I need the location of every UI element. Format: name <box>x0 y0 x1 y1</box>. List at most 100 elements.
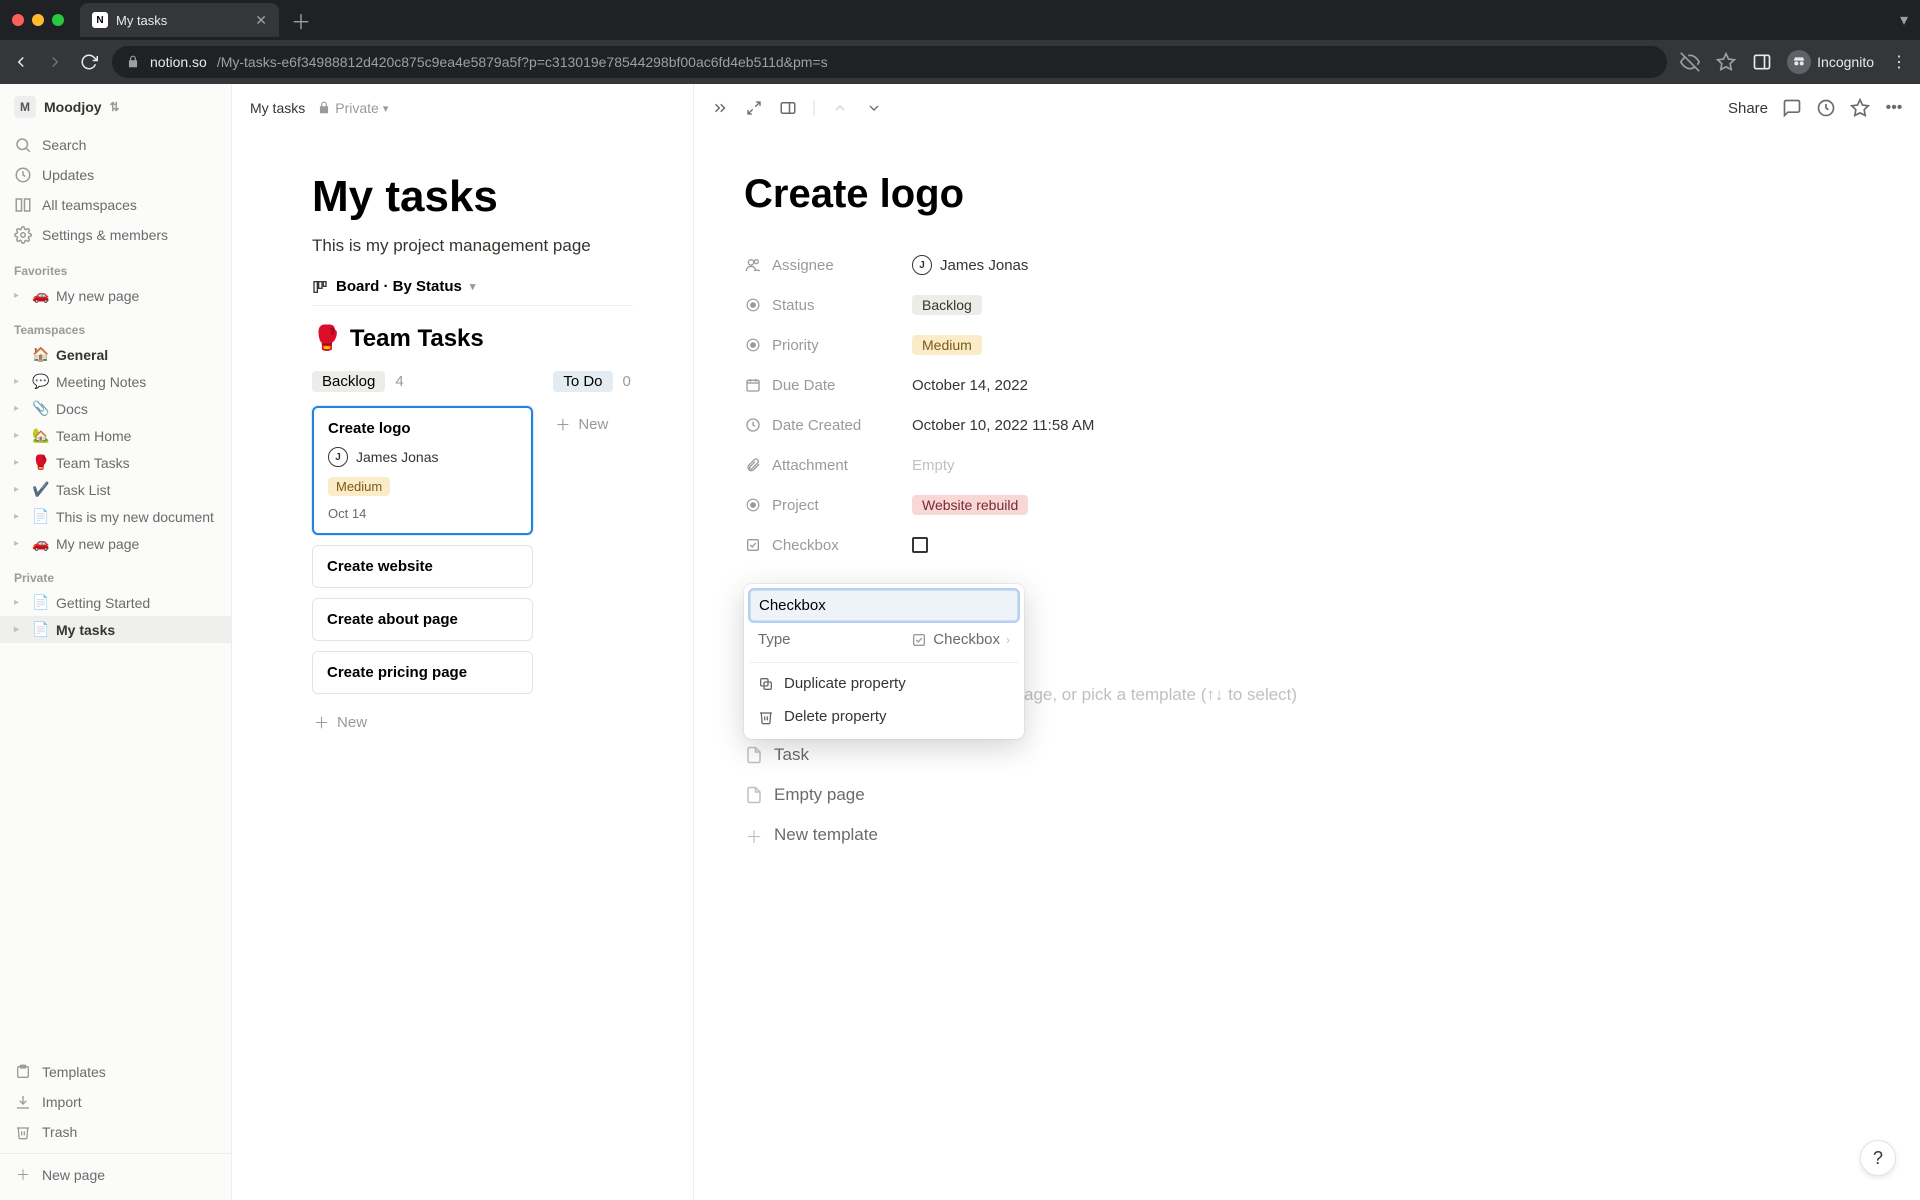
sidebar-item-label: Search <box>42 137 86 153</box>
sidebar-item-updates[interactable]: Updates <box>0 160 231 190</box>
caret-icon[interactable]: ▸ <box>14 511 26 522</box>
reload-button[interactable] <box>78 51 100 73</box>
breadcrumb-page[interactable]: My tasks <box>250 100 305 116</box>
detail-title[interactable]: Create logo <box>744 172 1800 217</box>
expand-button[interactable] <box>744 98 764 118</box>
eye-off-icon[interactable] <box>1679 51 1701 73</box>
property-name-input[interactable] <box>750 590 1018 621</box>
browser-menu-button[interactable]: ⋮ <box>1888 51 1910 73</box>
checkbox-input[interactable] <box>912 537 928 553</box>
caret-icon[interactable]: ▸ <box>14 624 26 635</box>
sidebar-page-current[interactable]: ▸📄My tasks <box>0 616 231 643</box>
column-add-button[interactable]: ＋New <box>553 406 633 443</box>
peek-mode-button[interactable] <box>778 98 798 118</box>
column-header[interactable]: Backlog 4 <box>312 371 533 392</box>
property-type-row[interactable]: Type Checkbox › <box>750 621 1018 658</box>
sidebar-item-trash[interactable]: Trash <box>0 1117 231 1147</box>
caret-icon[interactable]: ▸ <box>14 597 26 608</box>
plus-icon: ＋ <box>555 414 570 435</box>
comments-button[interactable] <box>1782 98 1802 118</box>
property-row-attachment[interactable]: Attachment Empty <box>744 445 1800 485</box>
sidebar-teamspace-general[interactable]: ▸ 🏠 General <box>0 341 231 368</box>
breadcrumb-visibility[interactable]: Private ▾ <box>317 100 388 116</box>
workspace-switcher[interactable]: M Moodjoy ⇅ <box>0 84 231 130</box>
sidebar-page[interactable]: ▸🏡Team Home <box>0 422 231 449</box>
updates-button[interactable] <box>1816 98 1836 118</box>
trash-icon <box>14 1123 32 1141</box>
browser-tab[interactable]: N My tasks ✕ <box>80 3 279 37</box>
sidebar-page[interactable]: ▸✔️Task List <box>0 476 231 503</box>
property-row-project[interactable]: Project Website rebuild <box>744 485 1800 525</box>
column-add-button[interactable]: ＋New <box>312 704 533 741</box>
property-row-priority[interactable]: Priority Medium <box>744 325 1800 365</box>
next-item-button[interactable] <box>864 98 884 118</box>
help-button[interactable]: ? <box>1860 1140 1896 1176</box>
sidebar-page[interactable]: ▸🥊Team Tasks <box>0 449 231 476</box>
sidebar-page[interactable]: ▸🚗My new page <box>0 530 231 557</box>
property-row-checkbox[interactable]: Checkbox <box>744 525 1800 565</box>
sidebar-item-templates[interactable]: Templates <box>0 1057 231 1087</box>
caret-icon[interactable]: ▸ <box>14 376 26 387</box>
tab-title: My tasks <box>116 13 167 28</box>
body-placeholder[interactable]: age, or pick a template (↑↓ to select) <box>1024 685 1800 705</box>
bookmark-star-icon[interactable] <box>1715 51 1737 73</box>
caret-icon[interactable]: ▸ <box>14 403 26 414</box>
caret-icon[interactable]: ▸ <box>14 457 26 468</box>
template-item-empty[interactable]: Empty page <box>744 775 1800 815</box>
prev-item-button[interactable] <box>830 98 850 118</box>
sidebar-item-import[interactable]: Import <box>0 1087 231 1117</box>
import-icon <box>14 1093 32 1111</box>
board-card-selected[interactable]: Create logo J James Jonas Medium Oct 14 <box>312 406 533 535</box>
caret-icon[interactable]: ▸ <box>14 430 26 441</box>
sidebar-item-search[interactable]: Search <box>0 130 231 160</box>
database-title[interactable]: 🥊 Team Tasks <box>312 324 633 353</box>
window-maximize-button[interactable] <box>52 14 64 26</box>
delete-property-button[interactable]: Delete property <box>750 700 1018 733</box>
panel-icon[interactable] <box>1751 51 1773 73</box>
template-item-task[interactable]: Task <box>744 735 1800 775</box>
caret-icon[interactable]: ▸ <box>14 290 26 301</box>
property-row-due-date[interactable]: Due Date October 14, 2022 <box>744 365 1800 405</box>
tabs-dropdown-icon[interactable]: ▾ <box>1900 10 1908 30</box>
card-priority-pill: Medium <box>328 477 390 496</box>
sidebar-page-favorite[interactable]: ▸ 🚗 My new page <box>0 282 231 309</box>
caret-icon[interactable]: ▸ <box>14 538 26 549</box>
board-card[interactable]: Create about page <box>312 598 533 641</box>
page-title[interactable]: My tasks <box>312 172 633 222</box>
property-row-date-created[interactable]: Date Created October 10, 2022 11:58 AM <box>744 405 1800 445</box>
template-item-new[interactable]: ＋New template <box>744 815 1800 855</box>
property-row-assignee[interactable]: Assignee JJames Jonas <box>744 245 1800 285</box>
sidebar-item-settings[interactable]: Settings & members <box>0 220 231 250</box>
board-card[interactable]: Create pricing page <box>312 651 533 694</box>
window-minimize-button[interactable] <box>32 14 44 26</box>
sidebar-page[interactable]: ▸💬Meeting Notes <box>0 368 231 395</box>
column-header[interactable]: To Do 0 <box>553 371 633 392</box>
favorite-button[interactable] <box>1850 98 1870 118</box>
page-label: My tasks <box>56 622 115 638</box>
caret-icon[interactable]: ▸ <box>14 484 26 495</box>
page-label: General <box>56 347 108 363</box>
window-close-button[interactable] <box>12 14 24 26</box>
forward-button[interactable] <box>44 51 66 73</box>
sidebar-page[interactable]: ▸📄Getting Started <box>0 589 231 616</box>
page-subtitle[interactable]: This is my project management page <box>312 236 633 256</box>
back-button[interactable] <box>10 51 32 73</box>
sidebar-new-page-button[interactable]: ＋New page <box>0 1160 231 1190</box>
column-name-tag: To Do <box>553 371 612 392</box>
add-label: New <box>337 714 367 731</box>
incognito-indicator[interactable]: Incognito <box>1787 50 1874 74</box>
sidebar-page[interactable]: ▸📄This is my new document <box>0 503 231 530</box>
duplicate-property-button[interactable]: Duplicate property <box>750 667 1018 700</box>
view-selector[interactable]: Board · By Status ▾ <box>312 278 633 305</box>
new-tab-button[interactable]: ＋ <box>291 6 311 35</box>
sidebar-page[interactable]: ▸📎Docs <box>0 395 231 422</box>
tab-close-button[interactable]: ✕ <box>255 12 267 29</box>
address-bar[interactable]: notion.so/My-tasks-e6f34988812d420c875c9… <box>112 46 1667 78</box>
close-panel-button[interactable] <box>710 98 730 118</box>
sidebar-item-teamspaces[interactable]: All teamspaces <box>0 190 231 220</box>
board-card[interactable]: Create website <box>312 545 533 588</box>
page-emoji: ✔️ <box>32 481 50 498</box>
more-button[interactable]: ••• <box>1884 98 1904 118</box>
share-button[interactable]: Share <box>1728 100 1768 117</box>
property-row-status[interactable]: Status Backlog <box>744 285 1800 325</box>
